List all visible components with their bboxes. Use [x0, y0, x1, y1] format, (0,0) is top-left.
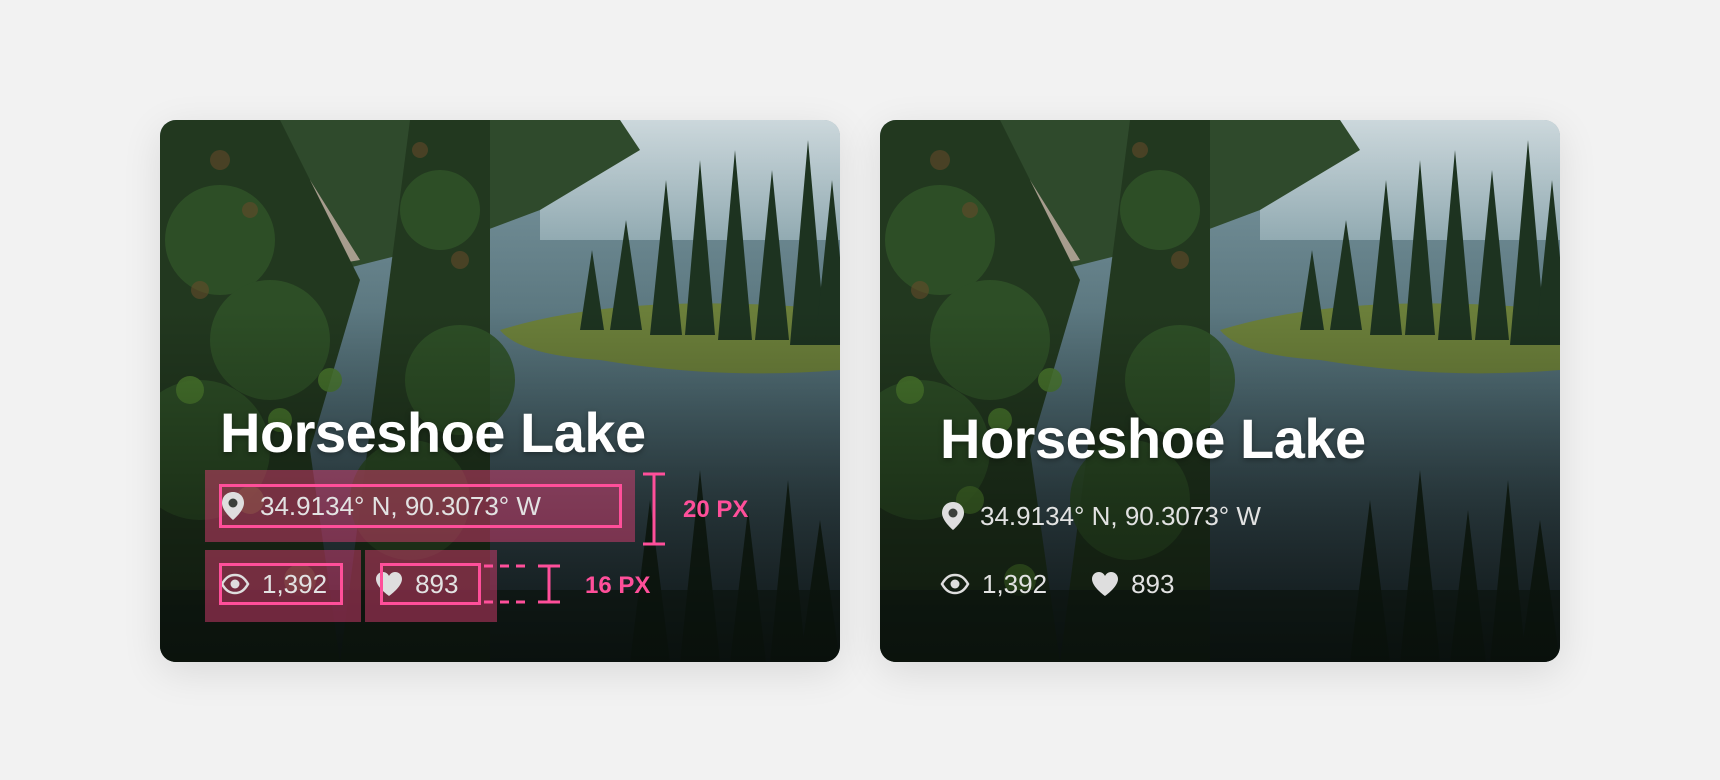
- location-coordinates: 34.9134° N, 90.3073° W: [980, 500, 1261, 531]
- place-title: Horseshoe Lake: [220, 401, 646, 464]
- heart-icon[interactable]: [1091, 571, 1119, 597]
- stats-row: 1,392 893: [940, 564, 1174, 604]
- location-outline: [219, 484, 622, 528]
- location-row: 34.9134° N, 90.3073° W: [940, 496, 1261, 536]
- spacing-label-16px: 16 PX: [585, 572, 651, 599]
- photo-card-annotated[interactable]: Horseshoe Lake 34.9134° N, 90.3073° W 1,…: [160, 120, 840, 662]
- views-stat: 1,392: [940, 569, 1047, 600]
- map-pin-icon: [940, 501, 966, 531]
- views-count: 1,392: [982, 568, 1048, 599]
- views-outline: [219, 563, 343, 605]
- eye-icon: [940, 573, 970, 595]
- likes-outline: [380, 563, 481, 605]
- place-title: Horseshoe Lake: [940, 407, 1366, 470]
- spacing-label-20px: 20 PX: [683, 496, 749, 523]
- likes-stat[interactable]: 893: [1091, 569, 1174, 600]
- photo-card[interactable]: Horseshoe Lake 34.9134° N, 90.3073° W 1,…: [880, 120, 1560, 662]
- likes-count: 893: [1131, 568, 1175, 599]
